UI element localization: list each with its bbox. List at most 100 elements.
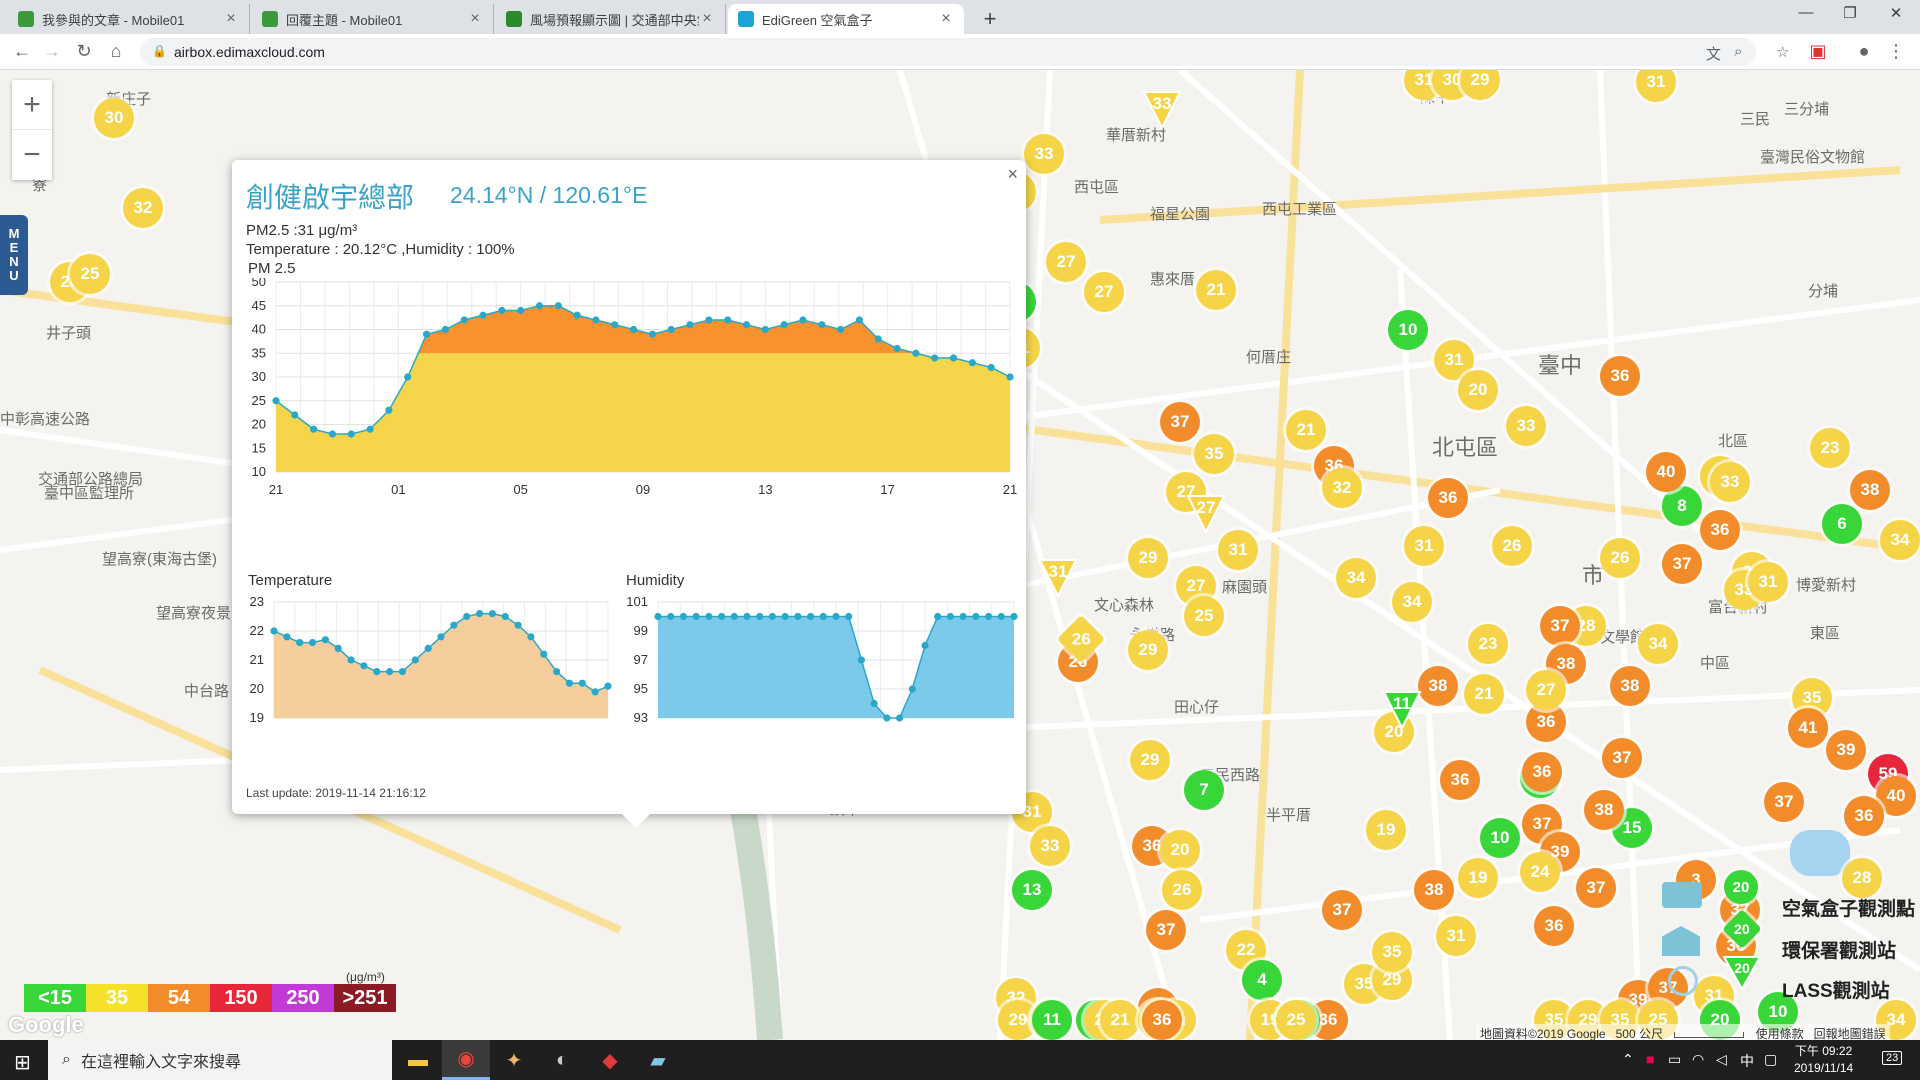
menu-button[interactable]: MENU	[0, 215, 28, 295]
tray-expand-icon[interactable]: ⌃	[1622, 1051, 1634, 1068]
map-canvas[interactable]: 新庄子寮井子頭 中彰高速公路 交通部公路總局 臺中區監理所 望高寮(東海古堡) 望高寮夜景…	[0, 70, 1920, 1040]
station-marker[interactable]: 38	[1850, 470, 1890, 510]
station-marker[interactable]: 21	[1100, 1000, 1140, 1040]
station-marker[interactable]: 34	[1392, 582, 1432, 622]
back-icon[interactable]: ←	[10, 41, 34, 62]
station-marker[interactable]: 10	[1388, 310, 1428, 350]
minimize-icon[interactable]: —	[1786, 4, 1826, 21]
station-marker[interactable]: 37	[1764, 782, 1804, 822]
new-tab-icon[interactable]: +	[978, 6, 1002, 32]
station-marker[interactable]: 37	[1602, 738, 1642, 778]
station-marker[interactable]: 33	[1030, 826, 1070, 866]
browser-tab[interactable]: 回覆主題 - Mobile01 ×	[252, 4, 494, 34]
station-marker[interactable]: 29	[1128, 630, 1168, 670]
ime-mode-icon[interactable]: ▢	[1764, 1051, 1777, 1068]
station-marker[interactable]: 36	[1844, 796, 1884, 836]
station-marker[interactable]: 31	[1748, 562, 1788, 602]
terms-link[interactable]: 使用條款	[1756, 1027, 1804, 1040]
app-icon[interactable]: ✦	[490, 1040, 538, 1080]
lass-station-marker[interactable]: 11	[1382, 690, 1422, 730]
station-marker[interactable]: 27	[1046, 242, 1086, 282]
station-marker[interactable]: 19	[1458, 858, 1498, 898]
station-marker[interactable]: 34	[1638, 624, 1678, 664]
station-marker[interactable]: 37	[1322, 890, 1362, 930]
station-marker[interactable]: 36	[1142, 1000, 1182, 1040]
station-marker[interactable]: 26	[1162, 870, 1202, 910]
station-marker[interactable]: 38	[1418, 666, 1458, 706]
app-icon[interactable]: ◐	[538, 1040, 586, 1080]
chrome-menu-icon[interactable]: ⋮	[1884, 41, 1908, 62]
station-marker[interactable]: 38	[1610, 666, 1650, 706]
notification-center-icon[interactable]: 23	[1882, 1051, 1903, 1065]
station-marker[interactable]: 13	[1012, 870, 1052, 910]
app-icon[interactable]: ▰	[634, 1040, 682, 1080]
station-marker[interactable]: 25	[1276, 1000, 1316, 1040]
station-marker[interactable]: 19	[1366, 810, 1406, 850]
ime-indicator[interactable]: 中	[1740, 1051, 1754, 1071]
station-marker[interactable]: 11	[1032, 1000, 1072, 1040]
close-window-icon[interactable]: ✕	[1876, 4, 1916, 22]
station-marker[interactable]: 33	[1024, 134, 1064, 174]
station-marker[interactable]: 35	[1372, 932, 1412, 972]
lass-station-marker[interactable]: 33	[1142, 90, 1182, 130]
station-marker[interactable]: 34	[1880, 520, 1920, 560]
reload-icon[interactable]: ↻	[72, 41, 96, 62]
taskbar-search[interactable]: ⌕ 在這裡輸入文字來搜尋	[48, 1040, 392, 1080]
app-icon[interactable]: ◆	[586, 1040, 634, 1080]
forward-icon[interactable]: →	[40, 41, 64, 62]
station-marker[interactable]: 8	[1662, 486, 1702, 526]
close-tab-icon[interactable]: ×	[938, 10, 954, 28]
restore-icon[interactable]: ❐	[1830, 4, 1870, 22]
station-marker[interactable]: 37	[1662, 544, 1702, 584]
station-marker[interactable]: 35	[1194, 434, 1234, 474]
station-marker[interactable]: 37	[1160, 402, 1200, 442]
station-marker[interactable]: 30	[94, 98, 134, 138]
station-marker[interactable]: 40	[1646, 452, 1686, 492]
station-marker[interactable]: 21	[1196, 270, 1236, 310]
station-marker[interactable]: 37	[1146, 910, 1186, 950]
translate-icon[interactable]: 文	[1706, 43, 1721, 64]
station-marker[interactable]: 31	[1218, 530, 1258, 570]
station-marker[interactable]: 36	[1428, 478, 1468, 518]
battery-icon[interactable]: ▭	[1668, 1051, 1681, 1068]
station-marker[interactable]: 4	[1242, 960, 1282, 1000]
station-marker[interactable]: 20	[1458, 370, 1498, 410]
bookmark-star-icon[interactable]: ☆	[1776, 43, 1789, 61]
station-marker[interactable]: 25	[70, 254, 110, 294]
browser-tab[interactable]: 風場預報顯示圖 | 交通部中央氣象局 ×	[496, 4, 726, 34]
windows-start-icon[interactable]: ⊞	[14, 1050, 31, 1075]
station-marker[interactable]: 41	[1788, 708, 1828, 748]
station-marker[interactable]: 38	[1584, 790, 1624, 830]
lass-station-marker[interactable]: 31	[1038, 558, 1078, 598]
tray-app-icon[interactable]: ■	[1646, 1051, 1654, 1067]
address-bar[interactable]: 🔒 airbox.edimaxcloud.com 文 ⌕ ☆	[140, 38, 1789, 66]
system-clock[interactable]: 下午 09:22 2019/11/14	[1794, 1043, 1853, 1077]
station-marker[interactable]: 36	[1440, 760, 1480, 800]
station-marker[interactable]: 21	[1286, 410, 1326, 450]
station-marker[interactable]: 37	[1540, 606, 1580, 646]
wifi-icon[interactable]: ◠	[1692, 1051, 1704, 1068]
station-marker[interactable]: 26	[1492, 526, 1532, 566]
station-marker[interactable]: 31	[1436, 916, 1476, 956]
station-marker[interactable]: 21	[1464, 674, 1504, 714]
station-marker[interactable]: 31	[1404, 526, 1444, 566]
station-marker[interactable]: 20	[1160, 830, 1200, 870]
station-marker[interactable]: 29	[1128, 538, 1168, 578]
report-error-link[interactable]: 回報地圖錯誤	[1814, 1027, 1886, 1040]
station-marker[interactable]: 10	[1480, 818, 1520, 858]
station-marker[interactable]: 33	[1506, 406, 1546, 446]
chrome-icon[interactable]: ◉	[442, 1040, 490, 1080]
station-marker[interactable]: 39	[1826, 730, 1866, 770]
lass-station-marker[interactable]: 27	[1186, 494, 1226, 534]
station-marker[interactable]: 38	[1414, 870, 1454, 910]
station-marker[interactable]: 37	[1576, 868, 1616, 908]
station-marker[interactable]: 23	[1468, 624, 1508, 664]
station-marker[interactable]: 27	[1084, 272, 1124, 312]
station-marker[interactable]: 36	[1700, 510, 1740, 550]
browser-tab-active[interactable]: EdiGreen 空氣盒子 ×	[728, 4, 964, 34]
station-marker[interactable]: 6	[1822, 504, 1862, 544]
file-explorer-icon[interactable]: ▬	[394, 1040, 442, 1080]
station-marker[interactable]: 36	[1600, 356, 1640, 396]
zoom-in-button[interactable]: +	[12, 80, 52, 130]
zoom-icon[interactable]: ⌕	[1734, 43, 1742, 60]
